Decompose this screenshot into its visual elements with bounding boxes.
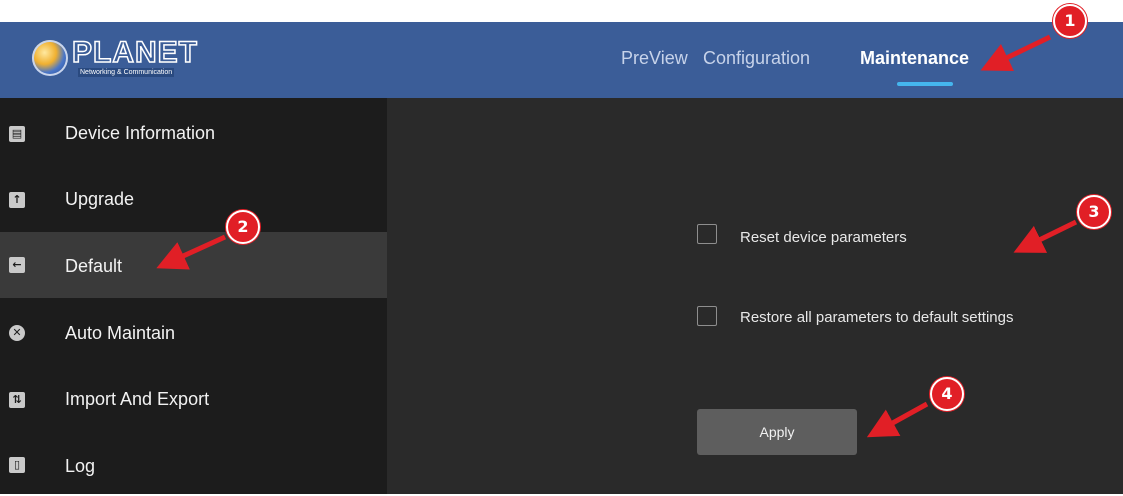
tab-configuration[interactable]: Configuration xyxy=(703,48,810,69)
restore-defaults-label: Restore all parameters to default settin… xyxy=(740,309,1014,326)
sidebar-item-default[interactable]: ← Default xyxy=(0,232,387,298)
logo-text: PLANET xyxy=(71,35,198,70)
sidebar-item-import-and-export[interactable]: ⇅ Import And Export xyxy=(0,364,387,430)
sidebar-item-label: Auto Maintain xyxy=(65,323,176,343)
import-export-icon: ⇅ xyxy=(9,392,25,408)
sidebar-item-log[interactable]: ▯ Log xyxy=(0,430,387,496)
sidebar-item-label: Log xyxy=(65,456,96,476)
tab-preview[interactable]: PreView xyxy=(621,48,688,69)
sidebar-item-auto-maintain[interactable]: ✕ Auto Maintain xyxy=(0,298,387,364)
logo-subtext: Networking & Communication xyxy=(78,68,175,77)
sidebar-item-upgrade[interactable]: ↑ Upgrade xyxy=(0,166,387,232)
reset-device-parameters-checkbox[interactable] xyxy=(697,224,717,244)
active-tab-indicator xyxy=(897,82,953,86)
log-icon: ▯ xyxy=(9,457,25,473)
sidebar-item-label: Import And Export xyxy=(65,389,210,409)
sidebar: ▤ Device Information ↑ Upgrade ← Default… xyxy=(0,98,387,494)
upgrade-icon: ↑ xyxy=(9,192,25,208)
sidebar-item-device-information[interactable]: ▤ Device Information xyxy=(0,100,387,166)
default-icon: ← xyxy=(9,257,25,273)
annotation-marker-1: 1 xyxy=(1053,4,1087,38)
globe-icon xyxy=(32,40,68,76)
restore-defaults-checkbox[interactable] xyxy=(697,306,717,326)
device-info-icon: ▤ xyxy=(9,126,25,142)
main-content: Reset device parameters Restore all para… xyxy=(387,98,1123,494)
sidebar-item-label: Upgrade xyxy=(65,189,135,209)
annotation-marker-2: 2 xyxy=(226,210,260,244)
sidebar-item-label: Default xyxy=(65,256,123,276)
planet-logo[interactable]: PLANET Networking & Communication xyxy=(28,34,198,80)
top-navigation-bar: PLANET Networking & Communication PreVie… xyxy=(0,22,1123,98)
reset-device-parameters-label: Reset device parameters xyxy=(740,229,907,246)
annotation-marker-4: 4 xyxy=(930,377,964,411)
wrench-icon: ✕ xyxy=(9,325,25,341)
apply-button[interactable]: Apply xyxy=(697,409,857,455)
sidebar-item-label: Device Information xyxy=(65,123,216,143)
annotation-marker-3: 3 xyxy=(1077,195,1111,229)
tab-maintenance[interactable]: Maintenance xyxy=(860,48,969,69)
